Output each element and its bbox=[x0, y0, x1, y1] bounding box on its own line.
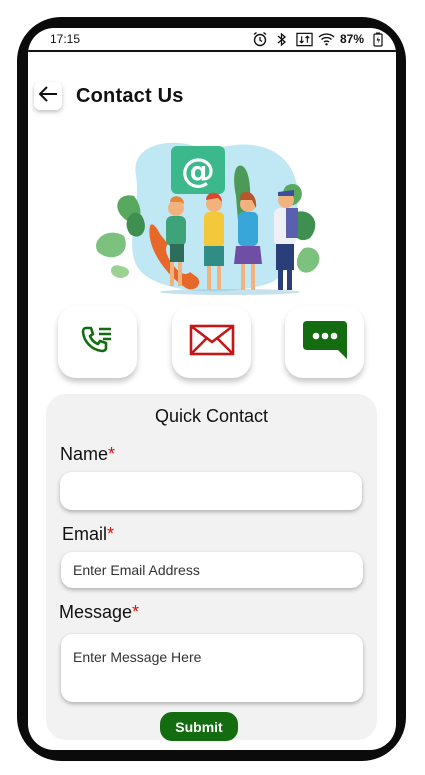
status-time: 17:15 bbox=[50, 32, 81, 46]
battery-percentage: 87% bbox=[339, 32, 364, 46]
status-icons: 87% bbox=[252, 31, 386, 47]
message-field[interactable] bbox=[61, 634, 363, 702]
back-button[interactable] bbox=[34, 82, 62, 110]
contact-illustration: @ bbox=[96, 142, 320, 295]
status-divider bbox=[28, 50, 396, 52]
page-header: Contact Us bbox=[34, 80, 184, 112]
wifi-icon bbox=[318, 32, 335, 47]
email-field[interactable] bbox=[61, 552, 363, 588]
envelope-icon bbox=[189, 324, 235, 361]
required-marker: * bbox=[108, 444, 116, 464]
submit-button[interactable]: Submit bbox=[160, 712, 238, 741]
email-button[interactable] bbox=[172, 306, 251, 378]
required-marker: * bbox=[132, 602, 140, 622]
call-button[interactable] bbox=[58, 306, 137, 378]
at-badge: @ bbox=[171, 146, 225, 194]
at-symbol: @ bbox=[181, 151, 215, 191]
email-label: Email* bbox=[62, 524, 114, 545]
app-screen: 17:15 87% Contact Us @ Quick Contact Nam… bbox=[28, 28, 396, 750]
arrow-left-icon bbox=[37, 85, 59, 108]
chat-button[interactable] bbox=[285, 306, 364, 378]
email-label-text: Email bbox=[62, 524, 108, 544]
quick-contact-card: Quick Contact Name* Email* Message* Subm… bbox=[46, 394, 377, 741]
required-marker: * bbox=[107, 524, 115, 544]
status-bar: 17:15 87% bbox=[28, 28, 396, 50]
phone-list-icon bbox=[81, 325, 115, 360]
page-title: Contact Us bbox=[76, 84, 184, 107]
name-field[interactable] bbox=[60, 472, 362, 510]
bluetooth-icon bbox=[274, 32, 291, 47]
name-label: Name* bbox=[60, 444, 115, 465]
chat-bubble-icon bbox=[301, 319, 349, 366]
battery-icon bbox=[369, 32, 386, 47]
name-label-text: Name bbox=[60, 444, 109, 464]
card-title: Quick Contact bbox=[154, 406, 269, 426]
alarm-icon bbox=[252, 31, 269, 47]
message-label-text: Message bbox=[59, 602, 133, 622]
message-label: Message* bbox=[59, 602, 139, 623]
data-transfer-icon bbox=[296, 32, 313, 47]
